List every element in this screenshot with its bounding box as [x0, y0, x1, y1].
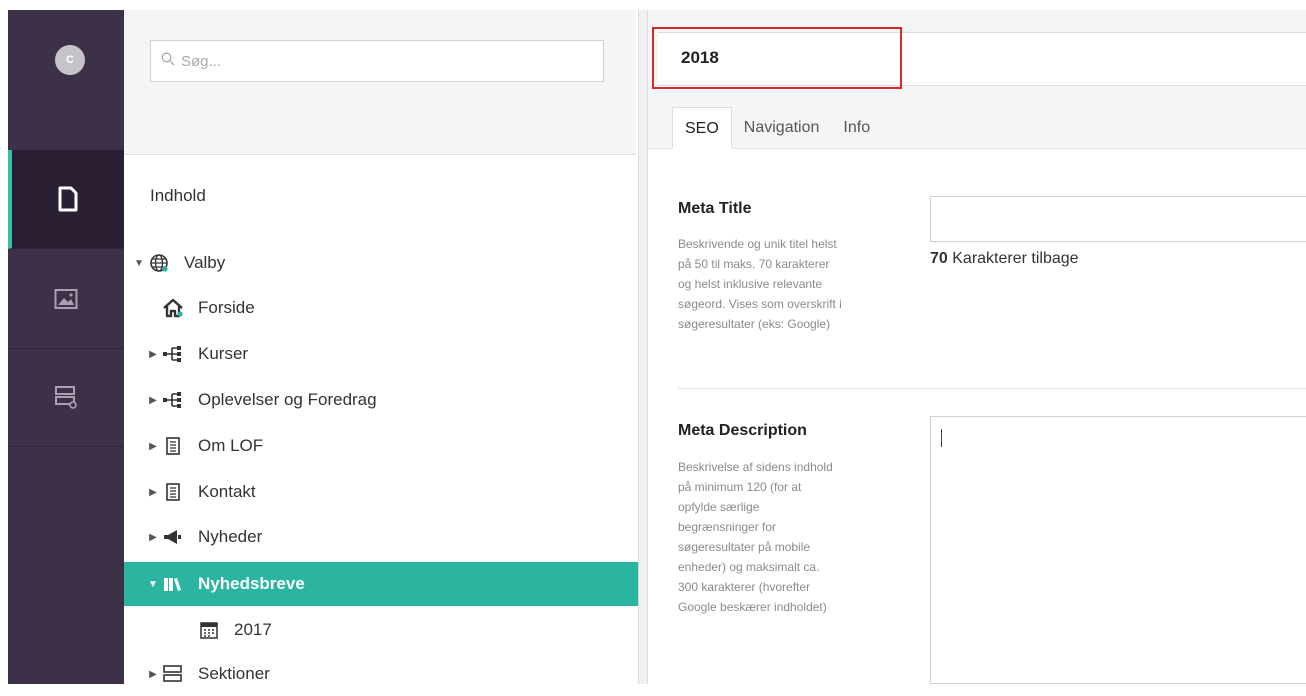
- desc-line: og helst inklusive relevante: [678, 277, 823, 291]
- desc-line: Beskrivelse af sidens indhold: [678, 460, 833, 474]
- search-input[interactable]: Søg...: [150, 40, 604, 82]
- desc-line: Google beskærer indholdet): [678, 600, 827, 614]
- tree-item-sektioner[interactable]: ▶ Sektioner: [124, 652, 658, 696]
- tree-item-nyheder[interactable]: ▶ Nyheder: [124, 515, 658, 559]
- meta-title-counter: 70 Karakterer tilbage: [930, 250, 1079, 268]
- content-section-button[interactable]: [8, 150, 124, 249]
- desc-line: søgeresultater på mobile: [678, 540, 811, 554]
- text-cursor: [941, 429, 942, 447]
- sitemap-icon: [160, 389, 186, 411]
- desc-line: på 50 til maks. 70 karakterer: [678, 257, 830, 271]
- meta-description-label: Meta Description: [678, 422, 807, 439]
- tree-item-valby[interactable]: ▼ Valby: [124, 241, 644, 285]
- sections-section-button[interactable]: [8, 348, 124, 447]
- content-tree-panel: Søg... Indhold ▼ Valby Forside ▶ Kurser …: [124, 10, 658, 684]
- tree-item-label: Valby: [184, 253, 226, 272]
- counter-number: 70: [930, 250, 948, 267]
- tree-item-label: Nyheder: [198, 527, 263, 546]
- desc-line: begrænsninger for: [678, 520, 777, 534]
- app-sidebar: C: [8, 10, 124, 684]
- tree-item-label: 2017: [234, 620, 272, 639]
- books-icon: [160, 573, 186, 595]
- caret-right-icon[interactable]: ▶: [146, 532, 160, 543]
- caret-right-icon[interactable]: ▶: [146, 669, 160, 680]
- caret-down-icon[interactable]: ▼: [146, 579, 160, 590]
- property-divider: [678, 388, 1306, 389]
- home-icon: [160, 297, 186, 319]
- tree-item-label: Oplevelser og Foredrag: [198, 390, 377, 409]
- globe-icon: [146, 252, 172, 274]
- tree-item-label: Kurser: [198, 344, 249, 363]
- tree-item-label: Forside: [198, 298, 255, 317]
- meta-description-textarea[interactable]: [930, 416, 1306, 684]
- media-icon: [54, 288, 78, 310]
- search-icon: [161, 52, 175, 71]
- tree-item-kurser[interactable]: ▶ Kurser: [124, 332, 658, 376]
- document-icon: [160, 481, 186, 503]
- tree-item-label: Nyhedsbreve: [198, 574, 305, 593]
- desc-line: på minimum 120 (for at: [678, 480, 802, 494]
- content-icon: [57, 186, 79, 212]
- desc-line: opfylde særlige: [678, 500, 760, 514]
- tree-header: Søg...: [124, 10, 636, 155]
- desc-line: enheder) og maksimalt ca.: [678, 560, 820, 574]
- highlight-box: [652, 27, 902, 89]
- editor-header: 2018 SEO Navigation Info: [648, 10, 1306, 149]
- meta-title-label: Meta Title: [678, 200, 752, 217]
- sections-icon: [54, 384, 78, 410]
- panel-resize-handle[interactable]: [638, 10, 648, 684]
- meta-title-input[interactable]: [930, 196, 1306, 242]
- tab-seo[interactable]: SEO: [672, 107, 732, 149]
- desc-line: Beskrivende og unik titel helst: [678, 237, 837, 251]
- tree-section-title: Indhold: [150, 186, 206, 205]
- document-icon: [160, 435, 186, 457]
- content-editor: 2018 SEO Navigation Info Meta Title Besk…: [648, 10, 1306, 684]
- sitemap-icon: [160, 343, 186, 365]
- tree-item-nyhedsbreve[interactable]: ▼ Nyhedsbreve: [124, 562, 658, 606]
- editor-tabs: SEO Navigation Info: [672, 107, 882, 149]
- meta-title-description: Beskrivende og unik titel helst på 50 ti…: [678, 234, 906, 334]
- caret-right-icon[interactable]: ▶: [146, 395, 160, 406]
- counter-text: Karakterer tilbage: [952, 250, 1079, 267]
- media-section-button[interactable]: [8, 250, 124, 349]
- tree-item-om-lof[interactable]: ▶ Om LOF: [124, 424, 658, 468]
- tree-item-2017[interactable]: 2017: [124, 608, 694, 652]
- megaphone-icon: [160, 526, 186, 548]
- caret-down-icon[interactable]: ▼: [132, 258, 146, 269]
- tree-item-forside[interactable]: Forside: [124, 286, 658, 330]
- user-avatar[interactable]: C: [55, 45, 85, 75]
- tree-item-kontakt[interactable]: ▶ Kontakt: [124, 470, 658, 514]
- tab-info[interactable]: Info: [831, 107, 882, 149]
- caret-right-icon[interactable]: ▶: [146, 349, 160, 360]
- search-placeholder: Søg...: [181, 52, 222, 70]
- desc-line: søgeord. Vises som overskrift i: [678, 297, 842, 311]
- caret-right-icon[interactable]: ▶: [146, 441, 160, 452]
- tree-item-oplevelser[interactable]: ▶ Oplevelser og Foredrag: [124, 378, 658, 422]
- calendar-icon: [196, 619, 222, 641]
- tree-item-label: Kontakt: [198, 482, 256, 501]
- tree-item-label: Om LOF: [198, 436, 264, 455]
- desc-line: 300 karakterer (hvorefter: [678, 580, 811, 594]
- tab-navigation[interactable]: Navigation: [732, 107, 832, 149]
- caret-right-icon[interactable]: ▶: [146, 487, 160, 498]
- tree-item-label: Sektioner: [198, 664, 270, 683]
- sections-icon: [160, 663, 186, 685]
- desc-line: søgeresultater (eks: Google): [678, 317, 831, 331]
- meta-description-description: Beskrivelse af sidens indhold på minimum…: [678, 457, 906, 617]
